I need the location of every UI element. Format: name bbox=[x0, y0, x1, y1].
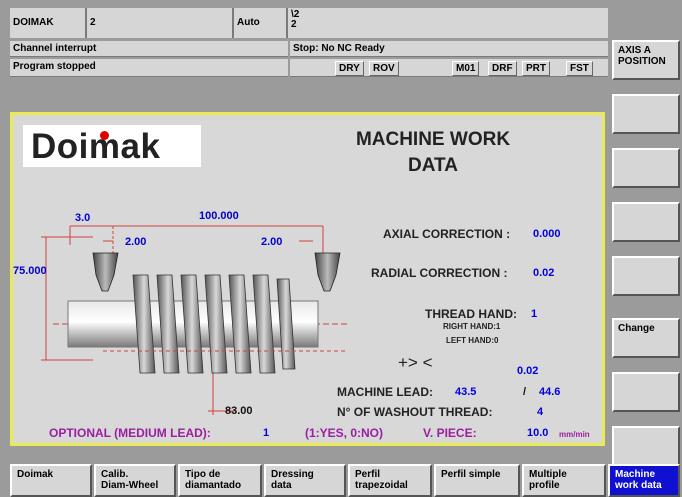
flag-prt: PRT bbox=[522, 61, 550, 76]
optional-value[interactable]: 1 bbox=[263, 427, 269, 439]
program-path-line1: \2 bbox=[291, 9, 300, 20]
machine-name: DOIMAK bbox=[10, 8, 87, 38]
dim-2b-label: 2.00 bbox=[261, 236, 283, 248]
vertical-softkey-4[interactable] bbox=[612, 202, 680, 242]
optional-label: OPTIONAL (MEDIUM LEAD): bbox=[49, 426, 211, 440]
softkey-change[interactable]: Change bbox=[612, 318, 680, 358]
right-hand-hint: RIGHT HAND:1 bbox=[443, 322, 501, 331]
flag-fst: FST bbox=[566, 61, 593, 76]
softkey-perfil-trapezoidal[interactable]: Perfil trapezoidal bbox=[348, 464, 432, 497]
dressing-tool-left bbox=[92, 252, 119, 292]
vertical-softkey-3[interactable] bbox=[612, 148, 680, 188]
machine-lead-value-2[interactable]: 44.6 bbox=[539, 386, 560, 398]
worm-diagram bbox=[41, 225, 348, 415]
washout-value[interactable]: 4 bbox=[537, 406, 543, 418]
vpiece-value[interactable]: 10.0 bbox=[527, 427, 548, 439]
dim-3-label: 3.0 bbox=[75, 212, 91, 224]
dim-100-label: 100.000 bbox=[199, 210, 239, 222]
thread-hand-label: THREAD HAND: bbox=[425, 307, 517, 321]
program-path: \2 2 bbox=[288, 8, 608, 38]
operating-mode: Auto bbox=[234, 8, 288, 38]
vpiece-unit: mm/min bbox=[559, 430, 590, 439]
softkey-perfil-simple[interactable]: Perfil simple bbox=[434, 464, 520, 497]
dim-75-label: 75.000 bbox=[13, 265, 47, 277]
flag-m01: M01 bbox=[452, 61, 480, 76]
flag-drf: DRF bbox=[488, 61, 517, 76]
vertical-softkey-7[interactable] bbox=[612, 372, 680, 412]
dim-83-label: 83.00 bbox=[225, 405, 253, 417]
machine-work-data-panel: Doimak MACHINE WORK DATA 3.0 100.000 2.0… bbox=[10, 112, 605, 446]
softkey-machine-work-data[interactable]: Machine work data bbox=[608, 464, 680, 497]
softkey-tipo-diamantado[interactable]: Tipo de diamantado bbox=[178, 464, 262, 497]
washout-label: N° OF WASHOUT THREAD: bbox=[337, 405, 493, 419]
machine-lead-value[interactable]: 43.5 bbox=[455, 386, 476, 398]
stop-message: Stop: No NC Ready bbox=[290, 41, 608, 57]
radial-correction-value[interactable]: 0.02 bbox=[533, 267, 554, 279]
dressing-tool-right bbox=[314, 252, 341, 292]
vpiece-label: V. PIECE: bbox=[423, 426, 477, 440]
softkey-dressing-data[interactable]: Dressing data bbox=[264, 464, 346, 497]
page-title: MACHINE WORK bbox=[355, 129, 511, 150]
thread-hand-value[interactable]: 1 bbox=[531, 308, 537, 320]
angle-symbols: +> < bbox=[398, 353, 433, 372]
channel-status: Channel interrupt bbox=[10, 41, 288, 57]
vertical-softkey-8[interactable] bbox=[612, 426, 680, 466]
left-hand-hint: LEFT HAND:0 bbox=[446, 336, 499, 345]
softkey-axis-position[interactable]: AXIS A POSITION bbox=[612, 40, 680, 80]
dim-2a-label: 2.00 bbox=[125, 236, 147, 248]
channel-number: 2 bbox=[87, 8, 234, 38]
softkey-doimak[interactable]: Doimak bbox=[10, 464, 92, 497]
flag-rov: ROV bbox=[369, 61, 399, 76]
radial-correction-label: RADIAL CORRECTION : bbox=[371, 266, 508, 280]
angle-value[interactable]: 0.02 bbox=[517, 365, 538, 377]
optional-hint: (1:YES, 0:NO) bbox=[305, 426, 384, 440]
softkey-calib-diam-wheel[interactable]: Calib. Diam-Wheel bbox=[94, 464, 176, 497]
vertical-softkey-2[interactable] bbox=[612, 94, 680, 134]
softkey-multiple-profile[interactable]: Multiple profile bbox=[522, 464, 606, 497]
flag-dry: DRY bbox=[335, 61, 364, 76]
machine-lead-sep: / bbox=[523, 386, 527, 398]
machine-lead-label: MACHINE LEAD: bbox=[337, 385, 433, 399]
axial-correction-label: AXIAL CORRECTION : bbox=[383, 227, 511, 241]
page-title-2: DATA bbox=[408, 155, 458, 176]
axial-correction-value[interactable]: 0.000 bbox=[533, 228, 561, 240]
program-status: Program stopped bbox=[10, 59, 288, 77]
vertical-softkey-5[interactable] bbox=[612, 256, 680, 296]
program-path-line2: 2 bbox=[291, 19, 297, 30]
